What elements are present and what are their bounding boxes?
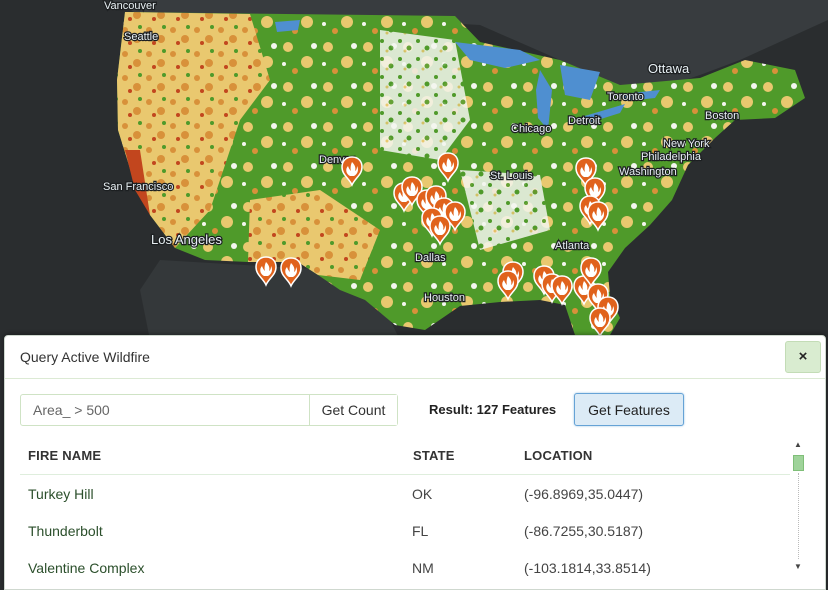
scroll-track xyxy=(798,473,799,559)
location-cell: (-103.1814,33.8514) xyxy=(524,560,651,576)
city-label: Boston xyxy=(705,110,739,122)
results-scrollbar[interactable]: ▲ ▼ xyxy=(791,439,805,579)
city-label: Vancouver xyxy=(104,0,156,12)
city-label: Atlanta xyxy=(555,240,590,252)
column-header-fire-name[interactable]: FIRE NAME xyxy=(28,448,101,463)
result-label: Result: 127 Features xyxy=(429,402,557,417)
scroll-thumb[interactable] xyxy=(793,455,804,471)
state-cell: NM xyxy=(412,560,434,576)
query-panel: Query Active Wildfire × Get Count Result… xyxy=(4,335,826,590)
column-header-location[interactable]: LOCATION xyxy=(524,448,593,463)
table-row[interactable]: Valentine Complex NM (-103.1814,33.8514) xyxy=(20,550,790,586)
city-label: Detroit xyxy=(568,115,600,127)
city-label: St. Louis xyxy=(490,170,533,182)
table-row[interactable]: Thunderbolt FL (-86.7255,30.5187) xyxy=(20,513,790,549)
get-count-button[interactable]: Get Count xyxy=(309,395,397,425)
city-label: Chicago xyxy=(511,123,551,135)
city-label: Philadelphia xyxy=(641,151,702,163)
scroll-down-arrow-icon[interactable]: ▼ xyxy=(791,561,805,573)
panel-header: Query Active Wildfire × xyxy=(5,336,825,379)
city-label: San Francisco xyxy=(103,181,173,193)
fire-name-cell: Thunderbolt xyxy=(28,523,103,539)
fire-name-cell: Valentine Complex xyxy=(28,560,145,576)
state-cell: OK xyxy=(412,486,433,502)
query-input[interactable] xyxy=(21,395,309,425)
header-divider xyxy=(20,474,790,475)
city-label: Houston xyxy=(424,292,465,304)
query-input-group: Get Count xyxy=(20,394,398,426)
panel-title: Query Active Wildfire xyxy=(20,349,150,365)
results-table: FIRE NAME STATE LOCATION Turkey Hill OK … xyxy=(20,436,790,589)
fire-name-cell: Turkey Hill xyxy=(28,486,94,502)
city-label: Dallas xyxy=(415,252,446,264)
city-label: Seattle xyxy=(124,31,158,43)
city-label: Los Angeles xyxy=(151,232,222,247)
city-label: New York xyxy=(663,138,710,150)
state-cell: FL xyxy=(412,523,429,539)
close-button[interactable]: × xyxy=(785,341,821,373)
city-label: Toronto xyxy=(607,91,644,103)
city-label: Washington xyxy=(619,166,677,178)
column-header-state[interactable]: STATE xyxy=(413,448,455,463)
get-features-button[interactable]: Get Features xyxy=(574,393,684,426)
scroll-up-arrow-icon[interactable]: ▲ xyxy=(791,439,805,451)
table-row[interactable]: Turkey Hill OK (-96.8969,35.0447) xyxy=(20,476,790,512)
city-label: Ottawa xyxy=(648,61,690,76)
location-cell: (-86.7255,30.5187) xyxy=(524,523,644,539)
location-cell: (-96.8969,35.0447) xyxy=(524,486,644,502)
